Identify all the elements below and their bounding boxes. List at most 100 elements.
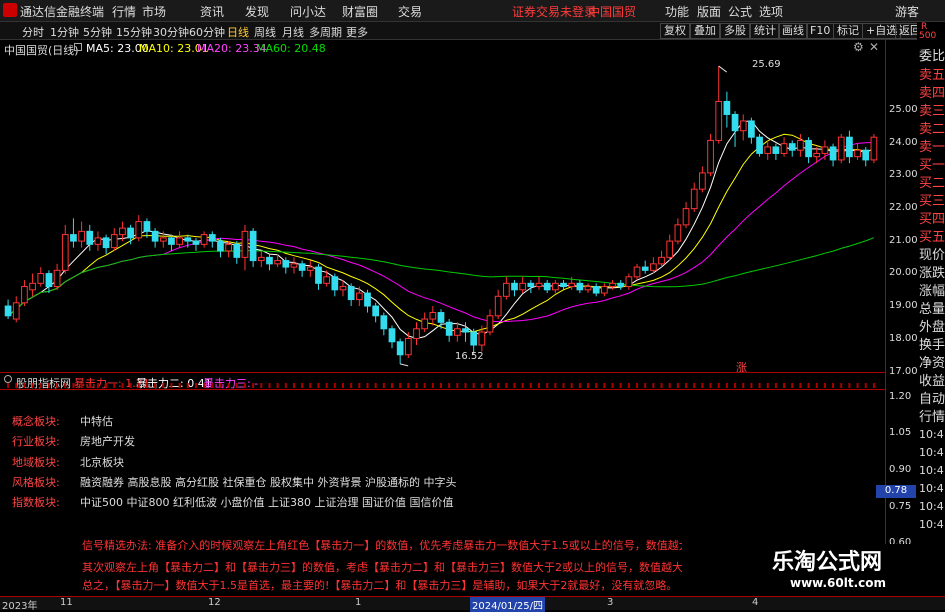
mark-button[interactable]: 标记 [833,23,863,39]
menu-market[interactable]: 市场 [142,3,166,20]
indicator-bar [636,383,639,388]
indicator-bar [660,383,663,388]
candle-body [870,136,878,161]
menu-trade[interactable]: 交易 [398,3,422,20]
menu-wealth[interactable]: 财富圈 [342,3,378,20]
tab-weekly[interactable]: 周线 [254,24,276,40]
menu-news[interactable]: 资讯 [200,3,224,20]
fuquan-button[interactable]: 复权 [660,23,690,39]
date-label: 4 [752,597,759,608]
draw-button[interactable]: 画线 [778,23,808,39]
tab-1min[interactable]: 1分钟 [50,24,79,40]
panel-auto[interactable]: 自动 [919,388,945,407]
tab-15min[interactable]: 15分钟 [116,24,152,40]
indicator-bar [390,383,393,388]
top-stock-name: 中国国贸 [588,5,637,19]
indicator-bar [840,383,843,388]
candle-body [372,305,380,317]
indicator-bar [260,383,263,388]
indicator-bar [505,383,508,388]
indicator-bar [23,383,26,388]
candle-body [241,230,249,258]
board-label-industry: 行业板块: [12,435,60,448]
candle-body [168,237,175,245]
candle-body [470,331,478,346]
candle-body [37,273,45,284]
candle-body [339,286,347,291]
ind-axis-tick: 1.05 [889,427,912,438]
candle-body [21,286,28,304]
candle-body [837,136,845,161]
overlay-button[interactable]: 叠加 [690,23,720,39]
candle-body [184,237,192,242]
close-icon[interactable]: ✕ [869,40,879,54]
indicator-bar [64,383,67,388]
tab-monthly[interactable]: 月线 [282,24,304,40]
menu-xiaoda[interactable]: 问小达 [290,3,326,20]
tab-intraday[interactable]: 分时 [22,24,44,40]
candle-body [70,234,77,242]
indicator-bar [56,383,59,388]
indicator-bar [872,383,875,388]
f10-button[interactable]: F10 [806,23,835,39]
candle-body [217,240,224,252]
indicator-bar [15,383,18,388]
candle-body [29,282,36,291]
layout-button[interactable]: 版面 [697,3,721,20]
menu-discover[interactable]: 发现 [245,3,269,20]
watermark-box: 乐淘公式网 www.60lt.com [760,544,930,596]
board-label-index: 指数板块: [12,496,60,509]
indicator-bar [276,383,279,388]
panel-tick[interactable]: 行情 [919,406,945,425]
tab-more[interactable]: 更多 [346,24,368,40]
tab-multi-period[interactable]: 多周期 [309,24,342,40]
indicator-bar [358,383,361,388]
func-button[interactable]: 功能 [665,3,689,20]
candle-body [274,260,281,265]
candle-body [723,100,731,115]
candlestick-chart[interactable] [0,56,885,371]
signal-note-1: 信号精选办法: 准备介入的时候观察左上角红色【暴击力一】的数值，优先考虑暴击力一… [82,539,682,552]
indicator-bar [399,383,402,388]
candle-body [192,240,200,245]
tab-5min[interactable]: 5分钟 [83,24,112,40]
axis-tick: 18.00 [889,333,918,344]
candle-body [290,263,298,268]
panel-label: 卖三 [919,104,945,119]
menu-quotes[interactable]: 行情 [112,3,136,20]
axis-tick: 24.00 [889,137,918,148]
guest-button[interactable]: 游客 [895,3,919,20]
indicator-bar [80,383,83,388]
multi-stock-button[interactable]: 多股 [720,23,750,39]
candle-body [625,276,633,288]
ind-axis-tick: 0.75 [889,501,912,512]
candle-body [519,282,527,291]
indicator-bar [333,383,336,388]
tab-30min[interactable]: 30分钟 [153,24,189,40]
indicator-bar [578,383,581,388]
tick-time: 10:4 [919,428,944,441]
candle-body [12,302,20,320]
candle-body [502,282,510,297]
candle-body [543,282,551,291]
watermark-name: 乐淘公式网 [772,550,883,575]
tab-60min[interactable]: 60分钟 [189,24,225,40]
candle-body [306,266,314,271]
indicator-bar [31,383,34,388]
candle-body [788,143,796,151]
candle-body [4,305,12,317]
cursor-date-label: 2024/01/25/四 [470,597,546,612]
indicator-bar [284,383,287,388]
board-value-style: 融资融券 高股息股 高分红股 社保重仓 股权集中 外资背景 沪股通标的 中字头 [80,476,457,489]
ind-axis-tick: 0.90 [889,464,912,475]
login-warning[interactable]: 证券交易未登录 [512,3,596,20]
expand-icon[interactable] [74,43,82,51]
settings-gear-icon[interactable]: ⚙ [853,40,864,54]
indicator-bar [121,383,124,388]
formula-button[interactable]: 公式 [728,3,752,20]
candle-body [151,230,159,242]
options-button[interactable]: 选项 [759,3,783,20]
candle-body [829,146,837,161]
tab-daily[interactable]: 日线 [227,24,249,40]
stats-button[interactable]: 统计 [750,23,780,39]
